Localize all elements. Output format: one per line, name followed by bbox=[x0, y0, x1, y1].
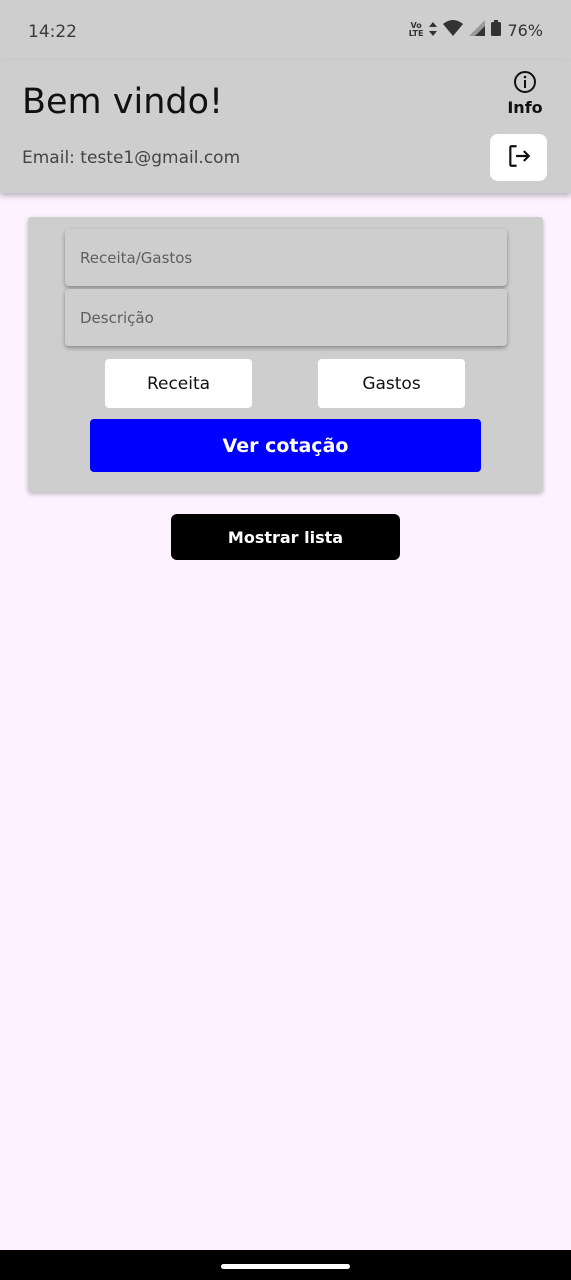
page-title: Bem vindo! bbox=[22, 82, 224, 122]
description-input[interactable] bbox=[80, 289, 507, 346]
volte-icon: Vo LTE bbox=[408, 21, 424, 38]
amount-field[interactable] bbox=[65, 229, 507, 286]
amount-input[interactable] bbox=[80, 229, 507, 286]
status-time: 14:22 bbox=[28, 22, 77, 42]
battery-percent: 76% bbox=[507, 20, 543, 40]
wifi-icon bbox=[443, 20, 464, 40]
system-nav-bar bbox=[0, 1250, 571, 1280]
show-list-button[interactable]: Mostrar lista bbox=[171, 514, 400, 560]
app-header: Bem vindo! Info Email: teste1@gmail.com bbox=[0, 60, 571, 193]
signal-icon bbox=[469, 20, 486, 40]
battery-icon bbox=[491, 20, 502, 40]
status-icons: Vo LTE 76% bbox=[409, 20, 543, 40]
logout-icon bbox=[506, 143, 532, 173]
home-indicator[interactable] bbox=[221, 1264, 350, 1269]
expense-button[interactable]: Gastos bbox=[318, 359, 465, 408]
user-email: Email: teste1@gmail.com bbox=[22, 148, 241, 168]
status-bar: 14:22 Vo LTE 76% bbox=[0, 0, 571, 60]
transaction-form-card: Receita Gastos Ver cotação bbox=[28, 217, 543, 492]
description-field[interactable] bbox=[65, 289, 507, 346]
data-arrows-icon bbox=[429, 21, 438, 40]
view-quote-button[interactable]: Ver cotação bbox=[90, 419, 481, 472]
income-button[interactable]: Receita bbox=[105, 359, 252, 408]
logout-button[interactable] bbox=[490, 134, 547, 181]
info-label: Info bbox=[507, 98, 543, 117]
info-icon bbox=[513, 71, 537, 98]
info-button[interactable]: Info bbox=[507, 70, 543, 117]
